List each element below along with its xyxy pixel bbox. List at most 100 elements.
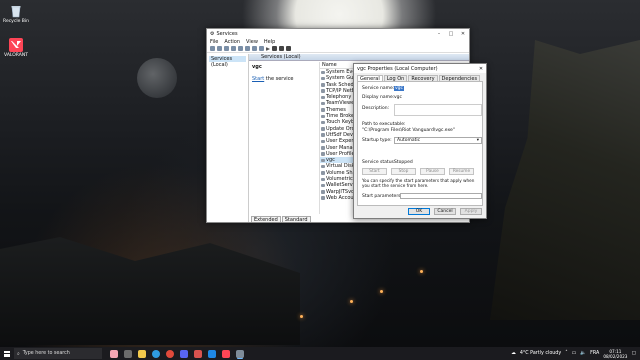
window-titlebar[interactable]: ⚙ Services – □ ✕ [207, 29, 469, 38]
services-list: Name System Events ISystem Guard RTask S… [319, 62, 355, 214]
file-explorer-icon[interactable] [138, 349, 146, 358]
restart-service-icon[interactable] [286, 46, 291, 51]
start-params-label: Start parameters: [362, 194, 403, 199]
help-icon[interactable] [252, 46, 257, 51]
properties-dialog: vgc Properties (Local Computer) ✕ Genera… [353, 63, 487, 219]
tree-pane: Services (Local) [207, 54, 249, 222]
pause-service-icon[interactable] [279, 46, 284, 51]
menu-view[interactable]: View [246, 39, 258, 45]
volume-icon[interactable]: 🔈 [580, 351, 586, 356]
tab-extended[interactable]: Extended [251, 216, 281, 223]
language-indicator[interactable]: FRA [590, 351, 599, 356]
services-rows: System Events ISystem Guard RTask Schedu… [320, 69, 355, 201]
menu-help[interactable]: Help [264, 39, 275, 45]
display-name-label: Display name: [362, 95, 395, 100]
display-name-field[interactable]: vgc [394, 95, 402, 100]
dialog-footer: OK Cancel Apply [408, 208, 482, 215]
task-view-icon[interactable] [124, 349, 132, 358]
show-hide-tree-icon[interactable] [224, 46, 229, 51]
taskbar: ⌕ Type here to search ☁ 4°C Partly cloud… [0, 347, 640, 360]
network-icon[interactable]: ▭ [572, 351, 577, 356]
startup-type-select[interactable]: Automatic ▾ [394, 137, 482, 144]
notifications-icon[interactable]: ▢ [631, 351, 636, 356]
desktop-icon-label: VALORANT [4, 53, 28, 58]
service-status-value: Stopped [394, 160, 413, 165]
forward-icon[interactable] [217, 46, 222, 51]
riot-client-icon[interactable] [194, 349, 202, 358]
back-icon[interactable] [210, 46, 215, 51]
start-service-link[interactable]: Start [252, 76, 264, 82]
services-taskbar-icon[interactable] [236, 349, 244, 358]
settings-icon[interactable] [208, 349, 216, 358]
apply-button[interactable]: Apply [460, 208, 482, 215]
search-placeholder: Type here to search [22, 351, 70, 356]
dialog-close-button[interactable]: ✕ [476, 66, 486, 72]
chrome-icon[interactable] [166, 349, 174, 358]
path-label: Path to executable: [362, 122, 406, 127]
services-gear-icon: ⚙ [210, 30, 215, 37]
general-tab-panel: Service name: vgc Display name: vgc Desc… [357, 81, 483, 206]
windows-logo-icon [4, 350, 10, 357]
properties-icon[interactable] [231, 46, 236, 51]
menu-bar: File Action View Help [207, 38, 469, 45]
edge-icon[interactable] [152, 349, 160, 358]
weather-text[interactable]: 4°C Partly cloudy [520, 351, 561, 356]
start-service-icon[interactable] [266, 46, 270, 51]
recycle-bin-icon [9, 4, 23, 18]
service-name-text: vgc [394, 86, 404, 91]
chevron-down-icon: ▾ [476, 138, 479, 143]
start-button[interactable]: Start [362, 168, 387, 175]
selected-service-name: vgc [252, 64, 262, 70]
service-name-value[interactable]: vgc [394, 86, 404, 91]
toolbar [207, 45, 469, 53]
export-icon[interactable] [245, 46, 250, 51]
anime-app-icon[interactable] [110, 349, 118, 358]
maximize-button[interactable]: □ [445, 31, 457, 37]
clock-date: 08/02/2023 [603, 353, 628, 359]
pause-button[interactable]: Pause [420, 168, 445, 175]
service-status-label: Service status: [362, 160, 396, 165]
search-icon: ⌕ [17, 351, 20, 357]
menu-action[interactable]: Action [224, 39, 240, 45]
ok-button[interactable]: OK [408, 208, 430, 215]
start-params-input[interactable] [400, 193, 482, 199]
refresh-icon[interactable] [238, 46, 243, 51]
console-icon[interactable] [259, 46, 264, 51]
stop-service-icon[interactable] [272, 46, 277, 51]
menu-file[interactable]: File [210, 39, 218, 45]
minimize-button[interactable]: – [433, 31, 445, 37]
taskbar-apps [110, 349, 244, 358]
description-box[interactable] [394, 104, 482, 116]
valorant-icon [9, 38, 23, 52]
pane-header: Services (Local) [249, 54, 469, 61]
taskbar-search[interactable]: ⌕ Type here to search [14, 348, 102, 359]
tree-node-services-local[interactable]: Services (Local) [209, 56, 246, 68]
cancel-button[interactable]: Cancel [434, 208, 456, 215]
weather-cloud-icon: ☁ [511, 351, 516, 356]
valorant-taskbar-icon[interactable] [222, 349, 230, 358]
column-header-name[interactable]: Name [320, 62, 355, 69]
dialog-titlebar[interactable]: vgc Properties (Local Computer) ✕ [354, 64, 486, 73]
chevron-up-icon[interactable]: ˄ [565, 351, 567, 356]
service-name-label: Service name: [362, 86, 395, 91]
desktop-icon-valorant[interactable]: VALORANT [3, 38, 29, 58]
resume-button[interactable]: Resume [449, 168, 474, 175]
service-control-buttons: Start Stop Pause Resume [362, 168, 474, 175]
startup-type-value: Automatic [397, 138, 421, 143]
clock[interactable]: 07:11 08/02/2023 [603, 349, 627, 359]
description-label: Description: [362, 106, 390, 111]
start-params-note: You can specify the start parameters tha… [362, 178, 475, 188]
wallpaper-cliff [490, 40, 640, 320]
stop-button[interactable]: Stop [391, 168, 416, 175]
wallpaper-light [380, 290, 383, 293]
service-row[interactable]: Web Account M [320, 195, 355, 201]
start-button[interactable] [0, 347, 14, 360]
discord-icon[interactable] [180, 349, 188, 358]
path-value: "C:\Program Files\Riot Vanguard\vgc.exe" [362, 128, 455, 133]
wallpaper-moon [137, 58, 177, 98]
tab-standard[interactable]: Standard [281, 216, 311, 223]
desktop-icon-recycle-bin[interactable]: Recycle Bin [3, 4, 29, 24]
wallpaper-light [350, 300, 353, 303]
wallpaper-light [300, 315, 303, 318]
close-button[interactable]: ✕ [457, 31, 469, 37]
